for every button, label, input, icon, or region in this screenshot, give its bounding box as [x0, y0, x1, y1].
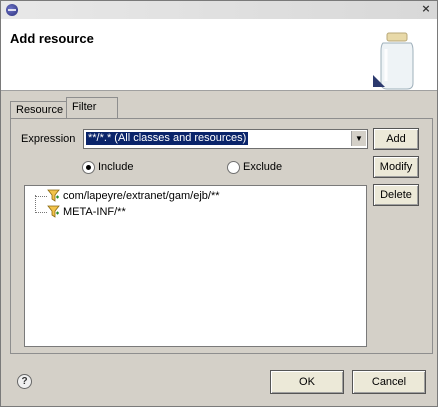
chevron-down-icon[interactable]: ▼	[351, 131, 366, 146]
dialog-header: Add resource	[1, 19, 437, 91]
dialog-title: Add resource	[10, 31, 94, 46]
add-button[interactable]: Add	[373, 128, 419, 150]
cancel-button[interactable]: Cancel	[352, 370, 426, 394]
close-icon[interactable]: ×	[419, 2, 433, 16]
tree-connector	[35, 212, 47, 213]
title-bar: ×	[1, 1, 437, 19]
filter-icon	[47, 205, 60, 218]
list-item[interactable]: META-INF/**	[63, 204, 126, 220]
exclude-radio[interactable]	[227, 161, 240, 174]
filter-list[interactable]: com/lapeyre/extranet/gam/ejb/** META-INF…	[24, 185, 367, 347]
jar-icon	[373, 32, 414, 90]
expression-value: **/*.* (All classes and resources)	[86, 132, 249, 145]
modify-button[interactable]: Modify	[373, 156, 419, 178]
eclipse-icon	[6, 4, 18, 16]
expression-combo[interactable]: **/*.* (All classes and resources) ▼	[83, 129, 368, 149]
ok-button[interactable]: OK	[270, 370, 344, 394]
delete-button[interactable]: Delete	[373, 184, 419, 206]
filter-icon	[47, 189, 60, 202]
dialog-window: × Add resource Resource Filter Expressio…	[0, 0, 438, 407]
exclude-label: Exclude	[243, 161, 283, 173]
list-item[interactable]: com/lapeyre/extranet/gam/ejb/**	[63, 188, 220, 204]
include-radio[interactable]	[82, 161, 95, 174]
expression-label: Expression	[21, 133, 76, 145]
tree-connector	[35, 195, 36, 213]
filter-panel: Expression **/*.* (All classes and resou…	[10, 118, 433, 354]
tree-connector	[35, 196, 47, 197]
tab-filter[interactable]: Filter	[66, 97, 118, 118]
tab-strip: Resource Filter	[10, 97, 432, 119]
help-icon[interactable]: ?	[17, 374, 32, 389]
include-label: Include	[98, 161, 134, 173]
